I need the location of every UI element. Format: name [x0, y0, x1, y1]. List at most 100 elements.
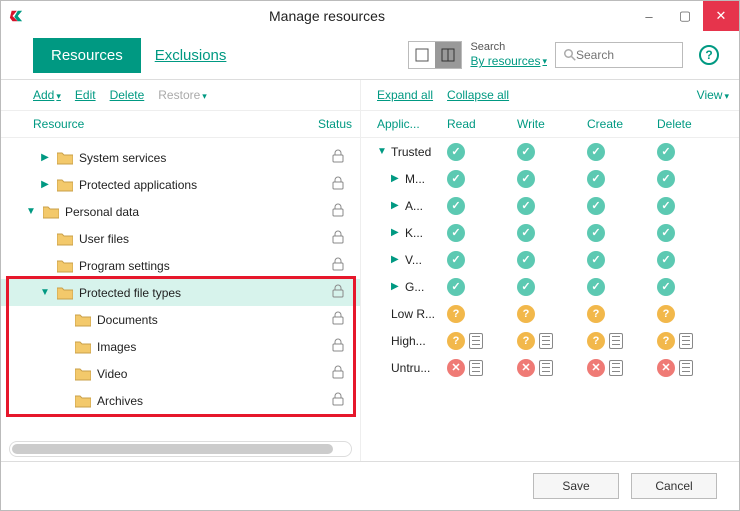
expand-icon[interactable]: ▼ [377, 146, 387, 157]
perm-deny-icon[interactable]: ✕ [517, 359, 535, 377]
expand-icon[interactable]: ▼ [25, 206, 37, 217]
perm-ask-icon[interactable]: ? [517, 305, 535, 323]
perm-allow-icon[interactable]: ✓ [587, 197, 605, 215]
tab-exclusions[interactable]: Exclusions [155, 47, 227, 64]
tree-row[interactable]: ▶Protected applications [1, 171, 360, 198]
tree-row[interactable]: ▼Personal data [1, 198, 360, 225]
log-icon[interactable] [469, 333, 483, 349]
perm-allow-icon[interactable]: ✓ [517, 251, 535, 269]
expand-icon[interactable]: ▶ [391, 200, 401, 211]
search-by-link[interactable]: By resources▾ [470, 54, 547, 68]
perm-allow-icon[interactable]: ✓ [657, 224, 675, 242]
save-button[interactable]: Save [533, 473, 619, 499]
perm-allow-icon[interactable]: ✓ [587, 251, 605, 269]
add-link[interactable]: Add [33, 88, 61, 102]
perm-allow-icon[interactable]: ✓ [447, 143, 465, 161]
expand-icon[interactable]: ▶ [39, 179, 51, 190]
perm-allow-icon[interactable]: ✓ [657, 251, 675, 269]
log-icon[interactable] [539, 333, 553, 349]
expand-icon[interactable]: ▶ [391, 173, 401, 184]
perm-allow-icon[interactable]: ✓ [657, 197, 675, 215]
perm-allow-icon[interactable]: ✓ [517, 224, 535, 242]
cancel-button[interactable]: Cancel [631, 473, 717, 499]
perm-allow-icon[interactable]: ✓ [447, 278, 465, 296]
col-application[interactable]: Applic... [361, 117, 447, 131]
perm-ask-icon[interactable]: ? [657, 305, 675, 323]
perm-allow-icon[interactable]: ✓ [447, 224, 465, 242]
grid-row[interactable]: ▶K...✓✓✓✓ [361, 219, 739, 246]
col-delete[interactable]: Delete [657, 117, 727, 131]
perm-ask-icon[interactable]: ? [447, 305, 465, 323]
tree-row[interactable]: Video [1, 360, 360, 387]
search-input-wrap[interactable] [555, 42, 683, 68]
minimize-button[interactable]: – [631, 1, 667, 31]
col-status[interactable]: Status [318, 117, 352, 131]
log-icon[interactable] [609, 333, 623, 349]
log-icon[interactable] [679, 360, 693, 376]
expand-icon[interactable]: ▶ [391, 281, 401, 292]
expand-all-link[interactable]: Expand all [377, 88, 433, 102]
perm-deny-icon[interactable]: ✕ [587, 359, 605, 377]
tree-row[interactable]: ▶System services [1, 144, 360, 171]
expand-icon[interactable]: ▶ [391, 227, 401, 238]
tree-row[interactable]: Archives [1, 387, 360, 414]
col-resource[interactable]: Resource [33, 117, 318, 131]
tree-row[interactable]: Program settings [1, 252, 360, 279]
perm-allow-icon[interactable]: ✓ [447, 251, 465, 269]
grid-row[interactable]: ▼Trusted✓✓✓✓ [361, 138, 739, 165]
perm-deny-icon[interactable]: ✕ [447, 359, 465, 377]
col-create[interactable]: Create [587, 117, 657, 131]
log-icon[interactable] [609, 360, 623, 376]
grid-row[interactable]: High...???? [361, 327, 739, 354]
tab-resources[interactable]: Resources [33, 38, 141, 73]
scrollbar[interactable] [9, 441, 352, 457]
search-input[interactable] [576, 48, 672, 62]
perm-allow-icon[interactable]: ✓ [517, 143, 535, 161]
perm-ask-icon[interactable]: ? [587, 305, 605, 323]
perm-allow-icon[interactable]: ✓ [587, 224, 605, 242]
delete-link[interactable]: Delete [110, 88, 145, 102]
view-split-icon[interactable] [435, 42, 461, 68]
tree-row[interactable]: Documents [1, 306, 360, 333]
col-write[interactable]: Write [517, 117, 587, 131]
grid-row[interactable]: ▶V...✓✓✓✓ [361, 246, 739, 273]
perm-allow-icon[interactable]: ✓ [657, 278, 675, 296]
perm-allow-icon[interactable]: ✓ [447, 197, 465, 215]
collapse-all-link[interactable]: Collapse all [447, 88, 509, 102]
expand-icon[interactable]: ▼ [39, 287, 51, 298]
maximize-button[interactable]: ▢ [667, 1, 703, 31]
perm-ask-icon[interactable]: ? [447, 332, 465, 350]
perm-allow-icon[interactable]: ✓ [447, 170, 465, 188]
tree-row[interactable]: User files [1, 225, 360, 252]
grid-row[interactable]: ▶G...✓✓✓✓ [361, 273, 739, 300]
log-icon[interactable] [679, 333, 693, 349]
grid-row[interactable]: ▶A...✓✓✓✓ [361, 192, 739, 219]
grid-row[interactable]: Low R...???? [361, 300, 739, 327]
restore-link[interactable]: Restore [158, 88, 207, 102]
perm-allow-icon[interactable]: ✓ [517, 170, 535, 188]
close-button[interactable]: ✕ [703, 1, 739, 31]
perm-allow-icon[interactable]: ✓ [517, 278, 535, 296]
perm-allow-icon[interactable]: ✓ [517, 197, 535, 215]
perm-ask-icon[interactable]: ? [657, 332, 675, 350]
perm-deny-icon[interactable]: ✕ [657, 359, 675, 377]
expand-icon[interactable]: ▶ [39, 152, 51, 163]
view-single-icon[interactable] [409, 42, 435, 68]
tree-row[interactable]: Images [1, 333, 360, 360]
log-icon[interactable] [539, 360, 553, 376]
perm-allow-icon[interactable]: ✓ [587, 278, 605, 296]
help-icon[interactable]: ? [699, 45, 719, 65]
grid-row[interactable]: ▶M...✓✓✓✓ [361, 165, 739, 192]
tree-row[interactable]: ▼Protected file types [1, 279, 360, 306]
edit-link[interactable]: Edit [75, 88, 96, 102]
perm-allow-icon[interactable]: ✓ [587, 143, 605, 161]
expand-icon[interactable]: ▶ [391, 254, 401, 265]
perm-allow-icon[interactable]: ✓ [657, 170, 675, 188]
perm-ask-icon[interactable]: ? [517, 332, 535, 350]
col-read[interactable]: Read [447, 117, 517, 131]
perm-allow-icon[interactable]: ✓ [587, 170, 605, 188]
log-icon[interactable] [469, 360, 483, 376]
view-link[interactable]: View [697, 88, 729, 102]
perm-ask-icon[interactable]: ? [587, 332, 605, 350]
grid-row[interactable]: Untru...✕✕✕✕ [361, 354, 739, 381]
